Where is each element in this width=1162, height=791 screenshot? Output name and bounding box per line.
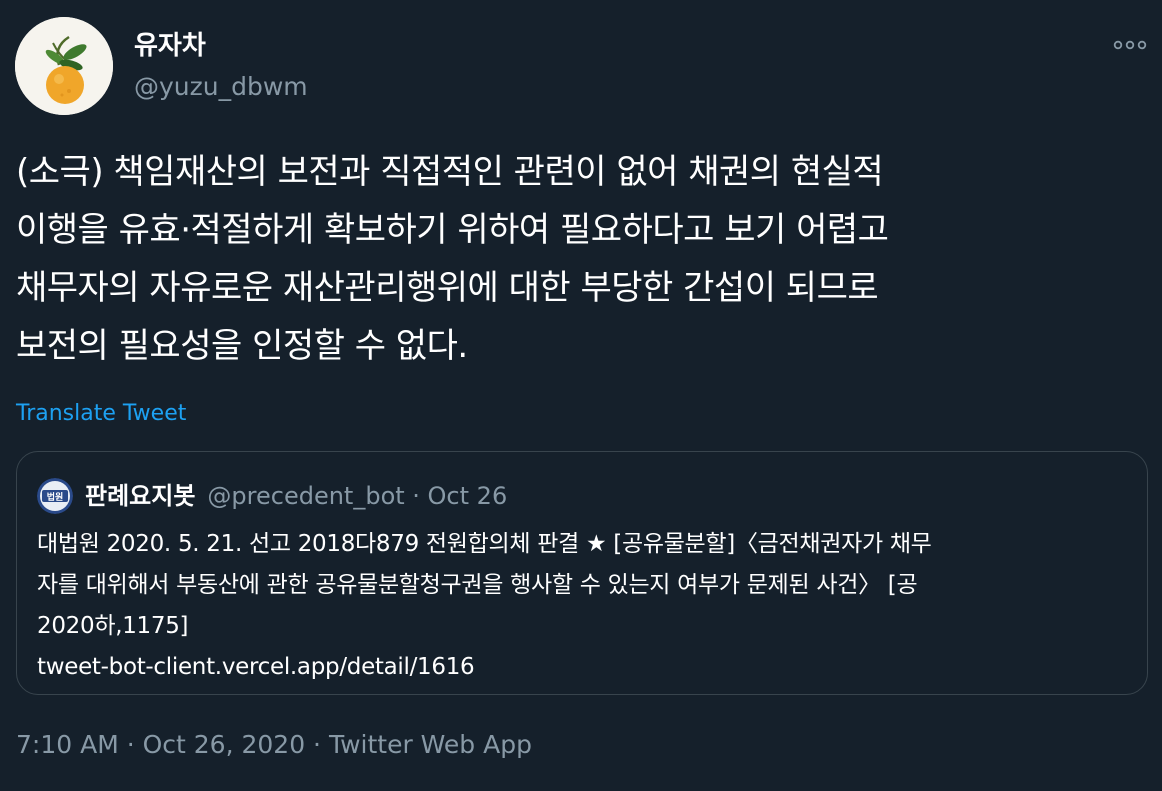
more-horizontal-icon (1113, 40, 1147, 50)
quoted-text-line: 자를 대위해서 부동산에 관한 공유물분할청구권을 행사할 수 있는지 여부가 … (37, 572, 918, 598)
translate-tweet-link[interactable]: Translate Tweet (16, 399, 186, 429)
quoted-text-line: 대법원 2020. 5. 21. 선고 2018다879 전원합의체 판결 ★ … (37, 531, 932, 557)
tweet-text: (소극) 책임재산의 보전과 직접적인 관련이 없어 채권의 현실적 이행을 유… (16, 143, 1146, 375)
tweet-text-line: 이행을 유효·적절하게 확보하기 위하여 필요하다고 보기 어렵고 (16, 210, 889, 250)
tweet-text-line: 보전의 필요성을 인정할 수 없다. (16, 326, 468, 366)
display-name[interactable]: 유자차 (134, 30, 206, 62)
court-seal-label: 법원 (47, 491, 64, 503)
quoted-link[interactable]: tweet-bot-client.vercel.app/detail/1616 (37, 654, 475, 680)
quoted-avatar[interactable]: 법원 (37, 478, 73, 514)
quoted-text-line: 2020하,1175] (37, 613, 189, 639)
yuzu-fruit-icon (15, 17, 113, 115)
court-seal-icon: 법원 (37, 478, 73, 514)
quoted-tweet-header: 법원 판례요지봇 @precedent_bot · Oct 26 (37, 478, 507, 514)
avatar[interactable] (15, 17, 113, 115)
quoted-display-name[interactable]: 판례요지봇 (85, 480, 195, 512)
tweet-timestamp[interactable]: 7:10 AM · Oct 26, 2020 · Twitter Web App (16, 729, 532, 761)
quoted-tweet-card[interactable]: 법원 판례요지봇 @precedent_bot · Oct 26 대법원 202… (16, 451, 1148, 695)
more-options-button[interactable] (1110, 30, 1150, 60)
quoted-tweet-text: 대법원 2020. 5. 21. 선고 2018다879 전원합의체 판결 ★ … (37, 524, 1127, 688)
user-handle[interactable]: @yuzu_dbwm (134, 71, 308, 103)
tweet-text-line: 채무자의 자유로운 재산관리행위에 대한 부당한 간섭이 되므로 (16, 268, 879, 308)
quoted-handle-date: @precedent_bot · Oct 26 (207, 482, 508, 510)
tweet-text-line: (소극) 책임재산의 보전과 직접적인 관련이 없어 채권의 현실적 (16, 152, 884, 192)
